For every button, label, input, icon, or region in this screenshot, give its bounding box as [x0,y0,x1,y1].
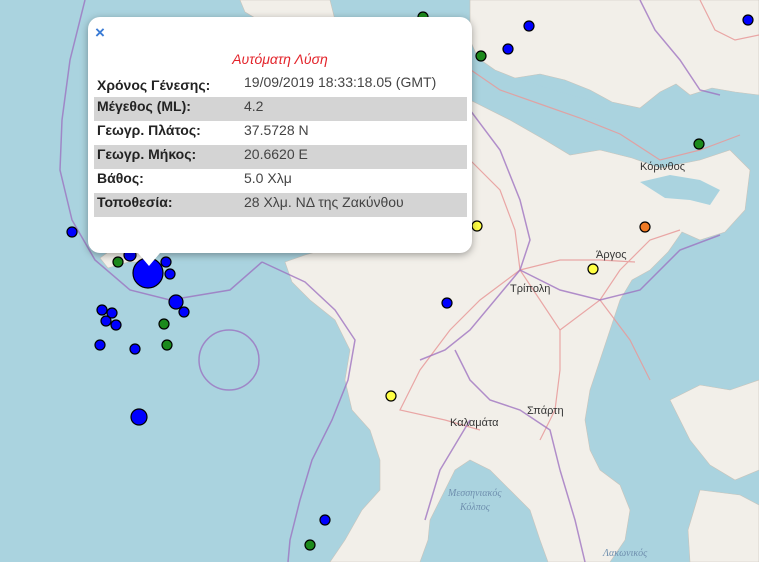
close-icon[interactable]: × [95,24,105,42]
detail-label: Βάθος: [97,170,144,186]
detail-row-depth: Βάθος: 5.0 Χλμ [94,169,467,193]
quake-marker [158,318,170,330]
quake-marker [130,408,148,426]
label-lakonikos: Λακωνικός [602,548,648,559]
quake-marker [441,297,453,309]
quake-marker [304,539,316,551]
quake-marker [742,14,754,26]
quake-marker [693,138,705,150]
label-kolpos: Κόλπος [459,502,491,513]
detail-label: Γεωγρ. Πλάτος: [97,122,201,138]
detail-value: 28 Χλμ. ΝΔ της Ζακύνθου [241,193,467,217]
label-sparti: Σπάρτη [527,405,564,417]
quake-marker [160,256,172,268]
quake-marker [110,319,122,331]
detail-label: Μέγεθος (ML): [94,97,241,121]
quake-marker [100,315,112,327]
detail-row-magnitude: Μέγεθος (ML): 4.2 [94,97,467,121]
label-tripoli: Τρίπολη [510,283,550,295]
detail-label: Τοποθεσία: [94,193,241,217]
detail-value: 37.5728 N [244,122,309,138]
quake-marker [475,50,487,62]
quake-marker [164,268,176,280]
detail-value: 5.0 Χλμ [244,170,292,186]
detail-value: 20.6620 E [241,145,467,169]
detail-row-latitude: Γεωγρ. Πλάτος: 37.5728 N [94,121,467,145]
quake-marker [96,304,108,316]
quake-marker [178,306,190,318]
detail-row-longitude: Γεωγρ. Μήκος: 20.6620 E [94,145,467,169]
popup-title: Αυτόματη Λύση [232,51,328,67]
quake-marker [94,339,106,351]
quake-marker [502,43,514,55]
quake-marker [112,256,124,268]
detail-row-origin-time: Χρόνος Γένεσης: 19/09/2019 18:33:18.05 (… [94,73,467,97]
quake-marker [129,343,141,355]
label-argos: Άργος [596,249,627,261]
label-korinthos: Κόρινθος [640,161,685,173]
detail-row-location: Τοποθεσία: 28 Χλμ. ΝΔ της Ζακύνθου [94,193,467,217]
quake-marker [523,20,535,32]
earthquake-info-popup: × Αυτόματη Λύση Χρόνος Γένεσης: 19/09/20… [88,17,472,266]
label-kalamata: Καλαμάτα [450,417,499,429]
quake-marker [319,514,331,526]
quake-marker [471,220,483,232]
quake-marker [66,226,78,238]
detail-label: Χρόνος Γένεσης: [97,77,211,93]
quake-marker [161,339,173,351]
detail-label: Γεωγρ. Μήκος: [94,145,241,169]
quake-marker [385,390,397,402]
detail-value: 19/09/2019 18:33:18.05 (GMT) [244,74,437,90]
label-messiniakos: Μεσσηνιακός [447,488,502,499]
detail-value: 4.2 [241,97,467,121]
popup-details-table: Χρόνος Γένεσης: 19/09/2019 18:33:18.05 (… [94,73,467,217]
quake-marker [168,294,184,310]
quake-marker [639,221,651,233]
quake-marker [587,263,599,275]
